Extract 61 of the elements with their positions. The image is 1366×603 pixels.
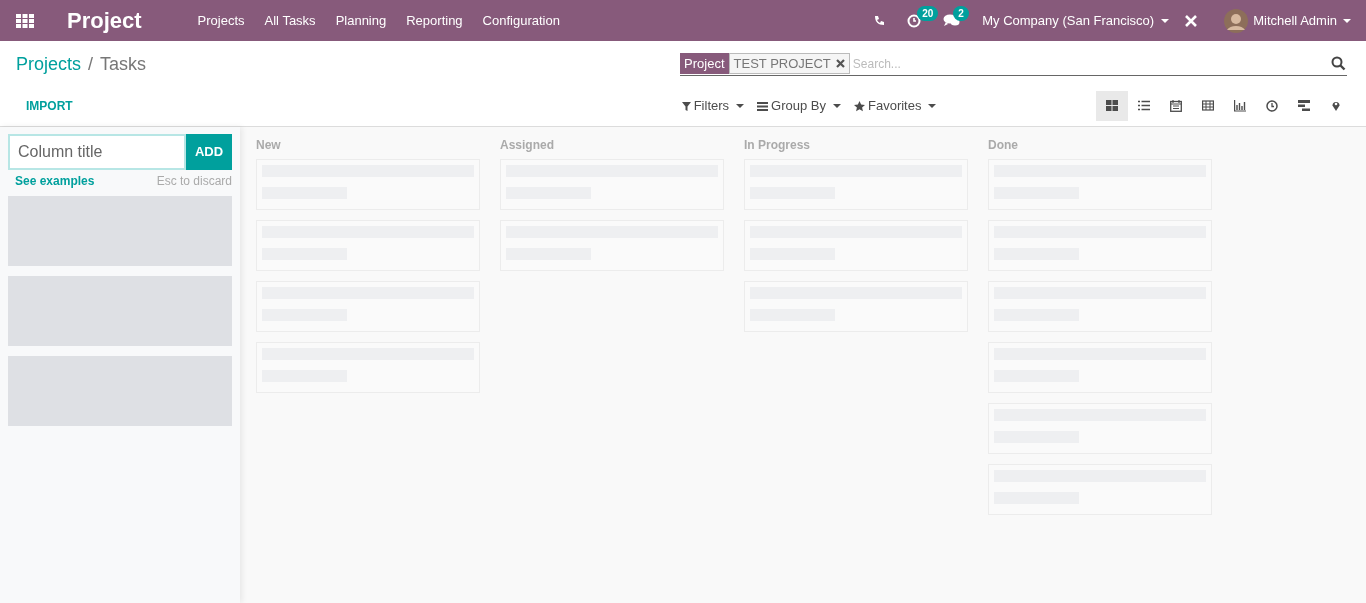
menu-item[interactable]: Projects: [197, 10, 245, 31]
table-icon: [1202, 100, 1214, 112]
import-button[interactable]: IMPORT: [26, 97, 73, 115]
column-title: New: [256, 137, 282, 154]
app-title: Project: [67, 7, 142, 35]
caret-icon: [735, 103, 746, 109]
apps-menu-button[interactable]: [16, 11, 34, 30]
search-option-label: Filters: [693, 97, 730, 116]
phone-icon: [873, 14, 886, 27]
search-option-label: Group By: [771, 97, 826, 116]
menu-item[interactable]: Configuration: [482, 10, 560, 31]
facet-value: TEST PROJECT: [733, 54, 831, 73]
company-switcher[interactable]: My Company (San Francisco): [982, 10, 1171, 31]
list-icon: [1138, 100, 1150, 112]
gantt-icon: [1298, 100, 1310, 112]
column-title: In Progress: [744, 137, 812, 154]
caret-icon: [1342, 17, 1352, 24]
clock-icon: [907, 13, 922, 28]
grid-icon: [16, 13, 34, 28]
column-title-field[interactable]: Column title: [8, 134, 186, 170]
user-name: Mitchell Admin: [1253, 11, 1337, 30]
funnel-icon: [681, 100, 691, 112]
see-examples-link[interactable]: See examples: [15, 172, 95, 190]
menu-item[interactable]: Planning: [335, 10, 387, 31]
caret-icon: [1160, 17, 1171, 24]
facet-label: Project: [680, 53, 729, 74]
close-icon: [835, 59, 845, 68]
calendar-icon: [1170, 100, 1182, 112]
caret-icon: [927, 103, 938, 109]
star-icon: [854, 100, 865, 112]
search-option-dropdown[interactable]: Favorites: [854, 96, 938, 116]
breadcrumb-separator: /: [88, 52, 94, 76]
search-input[interactable]: Search...: [852, 54, 1332, 73]
discard-hint: Esc to discard: [156, 173, 232, 190]
search-option-dropdown[interactable]: Filters: [681, 96, 746, 116]
remove-facet-button[interactable]: [835, 59, 845, 68]
user-menu[interactable]: Mitchell Admin: [1224, 8, 1352, 33]
clock-icon: [1266, 100, 1278, 112]
search-option-label: Favorites: [868, 97, 922, 116]
bar-chart-icon: [1234, 100, 1246, 112]
count-badge: 2: [953, 6, 969, 21]
count-badge: 20: [917, 5, 939, 21]
activity-button[interactable]: [907, 13, 922, 28]
caret-icon: [832, 103, 842, 109]
phone-button[interactable]: [873, 14, 886, 27]
menu-item[interactable]: Reporting: [406, 10, 463, 31]
breadcrumb-item[interactable]: Projects: [16, 50, 82, 78]
column-title: Done: [988, 137, 1019, 154]
search-option-dropdown[interactable]: Group By: [757, 96, 842, 116]
avatar-icon: [1224, 8, 1249, 33]
menu-item[interactable]: All Tasks: [264, 10, 316, 31]
view-switch-button[interactable]: [1096, 91, 1128, 121]
add-button[interactable]: ADD: [186, 134, 232, 170]
search-icon: [1331, 56, 1347, 71]
company-name: My Company (San Francisco): [982, 11, 1155, 30]
map-pin-icon: [1330, 100, 1342, 112]
column-title: Assigned: [500, 137, 555, 154]
breadcrumb-item: Tasks: [100, 52, 147, 76]
list-lines-icon: [757, 100, 769, 112]
kanban-icon: [1106, 100, 1118, 112]
search-field[interactable]: Project TEST PROJECT Search...: [680, 52, 1348, 76]
